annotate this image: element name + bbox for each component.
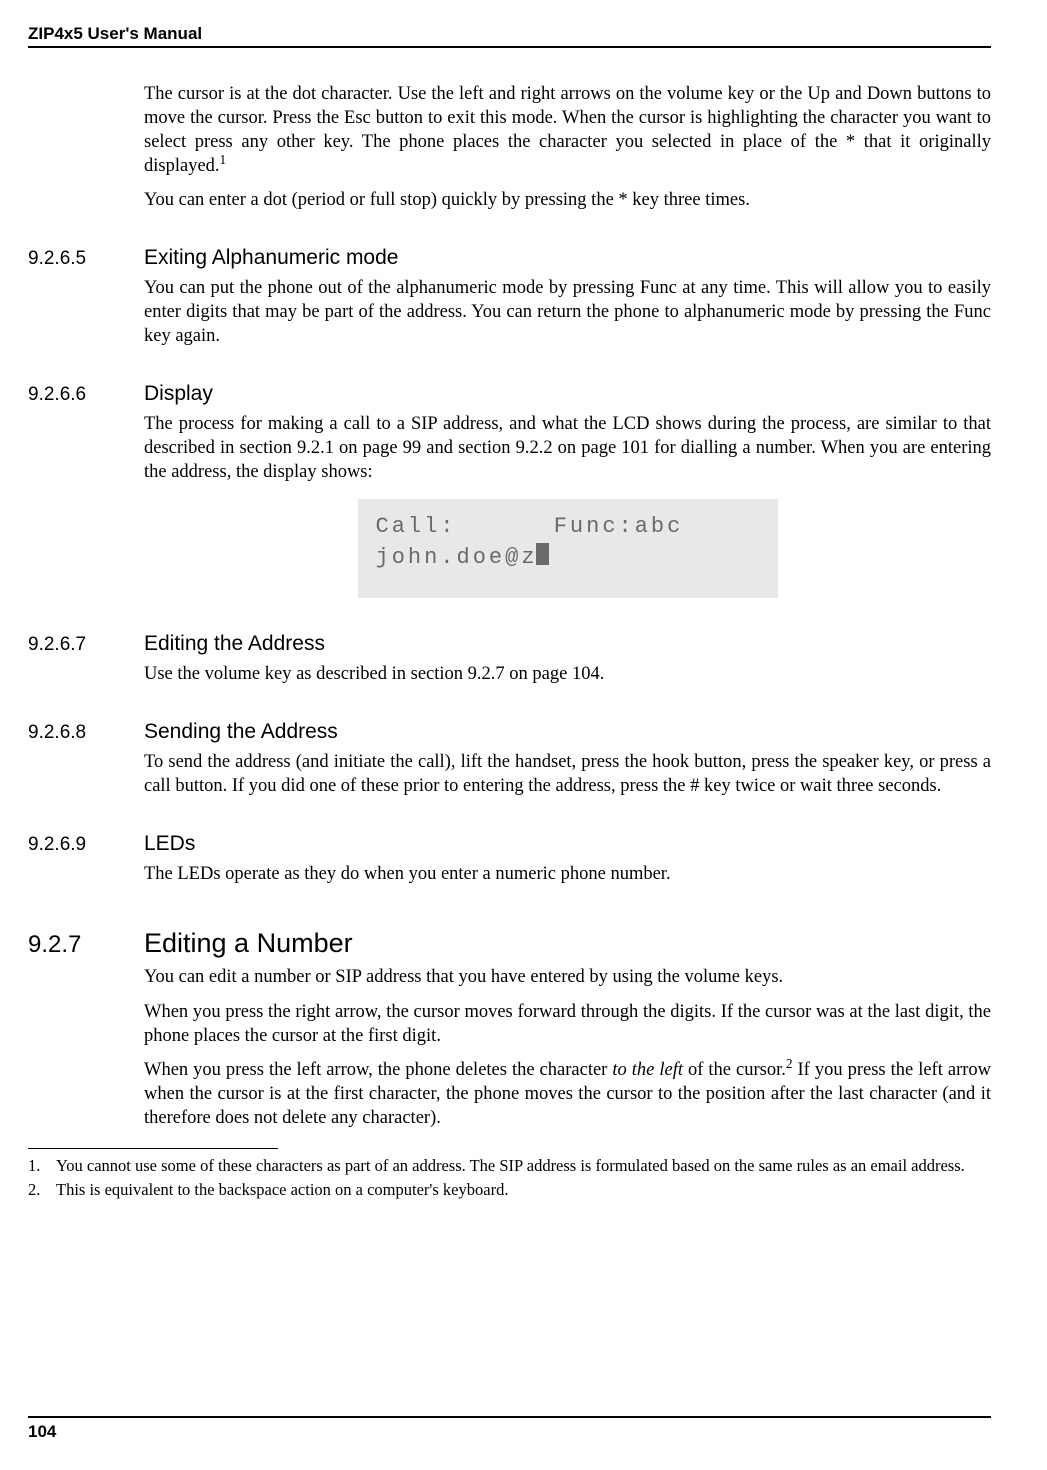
intro-paragraph-2: You can enter a dot (period or full stop… — [144, 188, 991, 212]
footnote-2-text: This is equivalent to the backspace acti… — [56, 1179, 508, 1201]
section-9-2-6-5-heading: 9.2.6.5 Exiting Alphanumeric mode — [28, 246, 991, 270]
p3-part-a: When you press the left arrow, the phone… — [144, 1060, 612, 1080]
section-9-2-7-p1: You can edit a number or SIP address tha… — [144, 965, 991, 989]
section-title: LEDs — [144, 832, 195, 856]
footnote-ref-1: 1 — [220, 152, 227, 167]
section-title: Sending the Address — [144, 720, 338, 744]
lcd-line-2-text: john.doe@z — [376, 545, 538, 570]
lcd-line-1: Call: Func:abc — [376, 511, 760, 543]
intro-paragraph-1: The cursor is at the dot character. Use … — [144, 82, 991, 178]
section-number: 9.2.6.7 — [28, 634, 144, 656]
section-9-2-7-p3: When you press the left arrow, the phone… — [144, 1058, 991, 1130]
section-title: Exiting Alphanumeric mode — [144, 246, 398, 270]
section-title: Editing a Number — [144, 928, 353, 959]
footer-rule — [28, 1416, 991, 1418]
footnote-ref-2: 2 — [786, 1055, 793, 1070]
section-9-2-7-p2: When you press the right arrow, the curs… — [144, 1000, 991, 1048]
section-9-2-6-7-heading: 9.2.6.7 Editing the Address — [28, 632, 991, 656]
section-number: 9.2.6.8 — [28, 722, 144, 744]
section-9-2-6-8-body: To send the address (and initiate the ca… — [144, 750, 991, 798]
section-number: 9.2.7 — [28, 931, 144, 959]
footnote-1-text: You cannot use some of these characters … — [56, 1155, 965, 1177]
section-9-2-6-8-heading: 9.2.6.8 Sending the Address — [28, 720, 991, 744]
running-header: ZIP4x5 User's Manual — [28, 24, 991, 44]
section-title: Editing the Address — [144, 632, 325, 656]
lcd-cursor-icon — [536, 543, 550, 565]
section-9-2-6-6-heading: 9.2.6.6 Display — [28, 382, 991, 406]
section-9-2-6-9-body: The LEDs operate as they do when you ent… — [144, 862, 991, 886]
header-rule — [28, 46, 991, 48]
section-number: 9.2.6.6 — [28, 384, 144, 406]
lcd-display: Call: Func:abc john.doe@z — [358, 499, 778, 599]
p3-italic: to the left — [612, 1060, 683, 1080]
footnote-rule — [28, 1148, 278, 1149]
footnote-2: 2. This is equivalent to the backspace a… — [28, 1179, 991, 1201]
section-9-2-6-6-body: The process for making a call to a SIP a… — [144, 412, 991, 484]
section-9-2-6-5-body: You can put the phone out of the alphanu… — [144, 276, 991, 348]
page-footer: 104 — [28, 1416, 991, 1442]
section-9-2-6-9-heading: 9.2.6.9 LEDs — [28, 832, 991, 856]
section-number: 9.2.6.5 — [28, 248, 144, 270]
footnote-1-num: 1. — [28, 1155, 56, 1177]
section-number: 9.2.6.9 — [28, 834, 144, 856]
section-9-2-7-heading: 9.2.7 Editing a Number — [28, 928, 991, 959]
page-number: 104 — [28, 1422, 991, 1442]
section-title: Display — [144, 382, 213, 406]
footnotes: 1. You cannot use some of these characte… — [28, 1155, 991, 1202]
section-9-2-6-7-body: Use the volume key as described in secti… — [144, 662, 991, 686]
p3-part-b: of the cursor. — [683, 1060, 786, 1080]
intro-p1-text: The cursor is at the dot character. Use … — [144, 84, 991, 176]
footnote-1: 1. You cannot use some of these characte… — [28, 1155, 991, 1177]
footnote-2-num: 2. — [28, 1179, 56, 1201]
lcd-line-2: john.doe@z — [376, 542, 760, 574]
